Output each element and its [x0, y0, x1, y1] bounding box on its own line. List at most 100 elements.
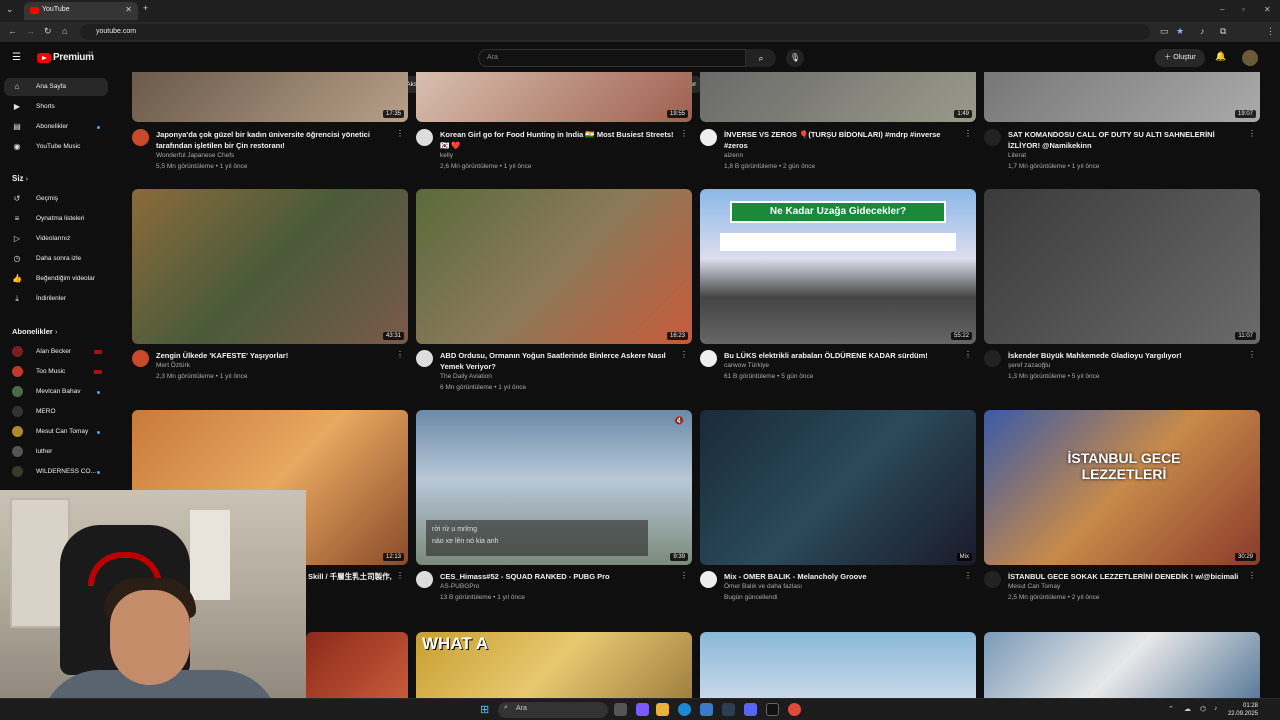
maximize-icon[interactable]: ▫: [1242, 5, 1245, 14]
cast-icon[interactable]: ▭: [1160, 26, 1169, 37]
video-title[interactable]: Bu LÜKS elektrikli arabaları ÖLDÜRENE KA…: [724, 350, 964, 361]
network-icon[interactable]: ⌬: [1200, 705, 1206, 713]
volume-icon[interactable]: ♪: [1214, 705, 1218, 712]
more-actions-icon[interactable]: ⋮: [680, 350, 688, 359]
home-browser-icon[interactable]: ⌂: [62, 26, 67, 36]
video-thumbnail[interactable]: WHAT A: [416, 632, 692, 698]
sidebar-subscription[interactable]: luther: [4, 443, 108, 461]
channel-avatar[interactable]: [984, 571, 1001, 588]
more-actions-icon[interactable]: ⋮: [396, 350, 404, 359]
more-actions-icon[interactable]: ⋮: [964, 129, 972, 138]
channel-avatar[interactable]: [984, 350, 1001, 367]
tray-chevron-icon[interactable]: ⌃: [1168, 705, 1174, 713]
video-title[interactable]: İNVERSE VS ZEROS 🎈(TURŞU BİDONLARI) #mdr…: [724, 129, 964, 151]
video-thumbnail[interactable]: 43:31: [132, 189, 408, 344]
channel-name[interactable]: AS-PUBGPro: [440, 583, 479, 590]
sidebar-item-home[interactable]: ⌂ Ana Sayfa: [4, 78, 108, 96]
sidebar-item-history[interactable]: ↺ Geçmiş: [4, 190, 108, 208]
channel-name[interactable]: Mert Öztürk: [156, 362, 190, 369]
close-tab-icon[interactable]: ✕: [125, 5, 132, 14]
cloud-icon[interactable]: ☁: [1184, 705, 1191, 713]
channel-name[interactable]: Literat: [1008, 152, 1026, 159]
create-button[interactable]: ＋ Oluştur: [1155, 49, 1205, 67]
windows-start-icon[interactable]: ⊞: [480, 703, 489, 716]
video-title[interactable]: CES_Himass#52 - SQUAD RANKED - PUBG Pro: [440, 571, 680, 582]
account-avatar[interactable]: [1242, 50, 1258, 66]
minimize-icon[interactable]: –: [1220, 5, 1224, 14]
video-thumbnail[interactable]: 17:35: [132, 72, 408, 122]
video-title[interactable]: SAT KOMANDOSU CALL OF DUTY SU ALTI SAHNE…: [1008, 129, 1248, 151]
sidebar-item-subscriptions[interactable]: ▤ Abonelikler: [4, 118, 108, 136]
url-field[interactable]: youtube.com: [80, 24, 1150, 40]
sidebar-item-playlist[interactable]: ≡ Oynatma listeleri: [4, 210, 108, 228]
extensions-icon[interactable]: ⧉: [1220, 26, 1226, 37]
channel-name[interactable]: şeref zazaoğlu: [1008, 362, 1050, 369]
more-actions-icon[interactable]: ⋮: [396, 571, 404, 580]
task-view-icon[interactable]: [614, 703, 627, 716]
more-actions-icon[interactable]: ⋮: [1248, 129, 1256, 138]
sidebar-subscription[interactable]: Mevlcan Bahav: [4, 383, 108, 401]
taskbar-search[interactable]: ⌕ Ara: [498, 702, 608, 718]
edge-icon[interactable]: [678, 703, 691, 716]
sidebar-subscription[interactable]: Alan Becker: [4, 343, 108, 361]
youtube-logo-icon[interactable]: [37, 53, 51, 63]
video-title[interactable]: ABD Ordusu, Ormanın Yoğun Saatlerinde Bi…: [440, 350, 680, 372]
sidebar-subscriptions-header[interactable]: Abonelikler ›: [12, 327, 57, 336]
back-icon[interactable]: ←: [8, 26, 17, 36]
video-thumbnail[interactable]: 19:07: [984, 72, 1260, 122]
channel-avatar[interactable]: [700, 350, 717, 367]
channel-name[interactable]: Ömer Balık ve daha fazlası: [724, 583, 802, 590]
notifications-bell-icon[interactable]: 🔔: [1215, 51, 1226, 62]
copilot-icon[interactable]: [636, 703, 649, 716]
obs-icon[interactable]: [766, 703, 779, 716]
video-title[interactable]: Zengin Ülkede 'KAFESTE' Yaşıyorlar!: [156, 350, 396, 361]
channel-name[interactable]: The Daily Aviation: [440, 373, 492, 380]
browser-menu-icon[interactable]: ⋮: [1266, 26, 1275, 37]
channel-name[interactable]: aizenn: [724, 152, 743, 159]
sidebar-item-video[interactable]: ▷ Videolarınız: [4, 230, 108, 248]
video-thumbnail[interactable]: 19:55: [416, 72, 692, 122]
video-title[interactable]: İSTANBUL GECE SOKAK LEZZETLERİNİ DENEDİK…: [1008, 571, 1248, 582]
video-title[interactable]: İskender Büyük Mahkemede Gladioyu Yargıl…: [1008, 350, 1248, 361]
channel-avatar[interactable]: [700, 129, 717, 146]
channel-avatar[interactable]: [416, 350, 433, 367]
sidebar-item-like[interactable]: 👍 Beğendiğim videolar: [4, 270, 108, 288]
video-thumbnail[interactable]: [984, 632, 1260, 698]
store-icon[interactable]: [700, 703, 713, 716]
video-thumbnail[interactable]: 9:39 rời rừ u mrlrng nào xe lên nó kia anh…: [416, 410, 692, 565]
sidebar-subscription[interactable]: Too Music: [4, 363, 108, 381]
search-input[interactable]: Ara: [478, 49, 746, 67]
video-thumbnail[interactable]: Mix: [700, 410, 976, 565]
video-thumbnail[interactable]: 55:22 Ne Kadar Uzağa Gidecekler?: [700, 189, 976, 344]
channel-avatar[interactable]: [416, 129, 433, 146]
channel-avatar[interactable]: [984, 129, 1001, 146]
channel-avatar[interactable]: [132, 129, 149, 146]
new-tab-icon[interactable]: +: [143, 3, 148, 13]
tab-search-icon[interactable]: ⌄: [6, 4, 14, 15]
browser-tab[interactable]: YouTube ✕: [24, 2, 138, 20]
video-thumbnail[interactable]: [700, 632, 976, 698]
sidebar-item-clock[interactable]: ◷ Daha sonra izle: [4, 250, 108, 268]
video-title[interactable]: Mix - OMER BALIK - Melancholy Groove: [724, 571, 964, 582]
video-thumbnail[interactable]: 1:49: [700, 72, 976, 122]
audio-icon[interactable]: ♪: [1200, 26, 1205, 36]
close-window-icon[interactable]: ✕: [1264, 5, 1271, 14]
channel-avatar[interactable]: [700, 571, 717, 588]
channel-name[interactable]: kelly: [440, 152, 453, 159]
sidebar-item-download[interactable]: ⤓ İndirilenler: [4, 290, 108, 308]
file-explorer-icon[interactable]: [656, 703, 669, 716]
discord-icon[interactable]: [744, 703, 757, 716]
more-actions-icon[interactable]: ⋮: [396, 129, 404, 138]
forward-icon[interactable]: →: [26, 26, 35, 36]
sidebar-subscription[interactable]: WILDERNESS CO...: [4, 463, 108, 481]
video-title[interactable]: Korean Girl go for Food Hunting in India…: [440, 129, 680, 151]
more-actions-icon[interactable]: ⋮: [1248, 571, 1256, 580]
system-clock[interactable]: 01:28 22.09.2025: [1228, 702, 1258, 718]
app-icon[interactable]: [722, 703, 735, 716]
video-thumbnail[interactable]: 11:07: [984, 189, 1260, 344]
video-thumbnail[interactable]: [306, 632, 408, 698]
voice-search-button[interactable]: 🎙: [786, 49, 804, 67]
sidebar-subscription[interactable]: Mesut Can Tomay: [4, 423, 108, 441]
chrome-icon[interactable]: [788, 703, 801, 716]
hamburger-menu-icon[interactable]: ☰: [12, 52, 21, 63]
